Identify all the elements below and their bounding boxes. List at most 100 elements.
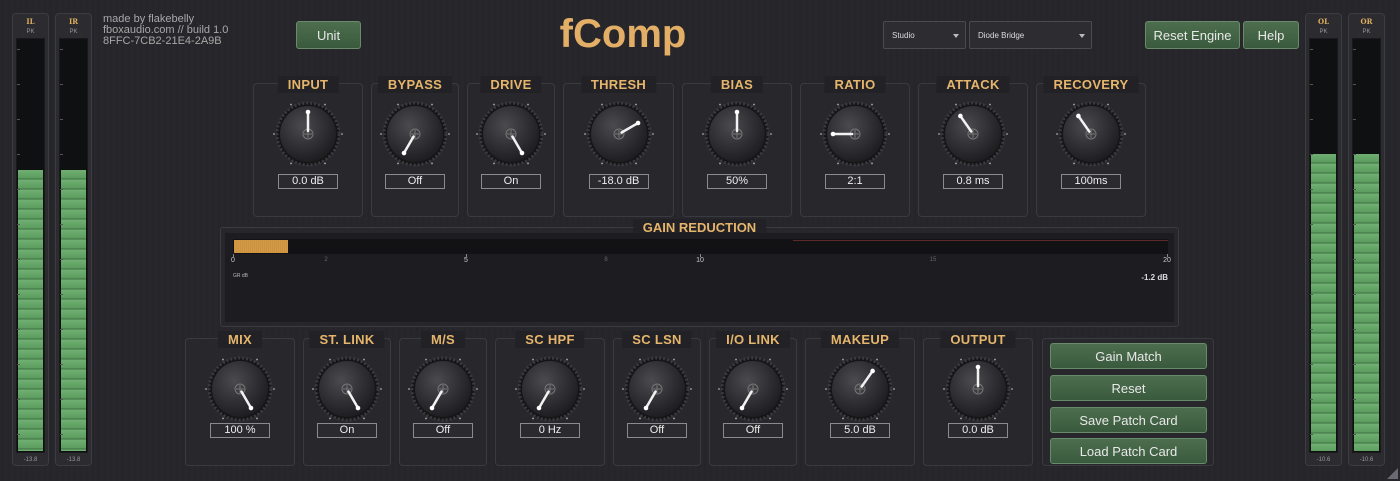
model-select[interactable]: Diode Bridge	[969, 21, 1092, 49]
knob-value[interactable]: On	[481, 174, 541, 189]
chevron-down-icon	[953, 34, 959, 38]
knob-value[interactable]: 50%	[707, 174, 767, 189]
input-knob[interactable]	[271, 97, 345, 171]
knob-scale-dot	[544, 133, 546, 135]
knob-label: MAKEUP	[820, 331, 900, 348]
recovery-knob[interactable]	[1054, 97, 1128, 171]
ratio-knob[interactable]	[818, 97, 892, 171]
knob-pointer-tip	[536, 405, 542, 411]
thresh-knob[interactable]	[582, 97, 656, 171]
knob-scale-dot	[837, 103, 839, 106]
meter-tick	[17, 294, 20, 295]
makeup-knob[interactable]	[823, 352, 897, 426]
panel-input: INPUT 0.0 dB	[253, 76, 363, 217]
knob-value[interactable]: Off	[723, 423, 783, 438]
knob-scale-dot	[583, 133, 586, 135]
knob-scale-dot	[1073, 162, 1075, 165]
patch-button-group: Gain Match Reset Save Patch Card Load Pa…	[1042, 338, 1214, 466]
knob-value[interactable]: 0 Hz	[520, 423, 580, 438]
knob-value[interactable]: Off	[413, 423, 473, 438]
knob-scale-dot	[1073, 103, 1075, 106]
knob-pointer-tip	[305, 109, 311, 115]
knob-scale-dot	[476, 388, 478, 390]
meter-tick	[1353, 189, 1356, 190]
knob-scale-dot	[673, 417, 675, 420]
scale-label: 0	[231, 257, 235, 264]
meter-label: IL	[26, 17, 35, 26]
preset-select[interactable]: Studio	[883, 21, 966, 49]
save-patch-card-button[interactable]: Save Patch Card	[1050, 407, 1207, 433]
meter-value: -10.6	[1316, 457, 1331, 463]
knob-label: BIAS	[710, 76, 764, 93]
io-link-knob[interactable]	[716, 352, 790, 426]
knob-value[interactable]: Off	[385, 174, 445, 189]
meter-tick	[17, 364, 20, 365]
knob-scale-dot	[690, 388, 692, 390]
reset-button[interactable]: Reset	[1050, 375, 1207, 401]
knob-scale-dot	[871, 103, 873, 106]
knob-value[interactable]: On	[317, 423, 377, 438]
meter-well	[16, 38, 45, 453]
knob-scale-dot	[380, 388, 382, 390]
meter-tick	[60, 154, 63, 155]
knob-scale-dot	[1011, 388, 1013, 390]
knob-scale-dot	[566, 358, 568, 361]
knob-value[interactable]: -18.0 dB	[588, 174, 649, 189]
meter-tick	[1310, 84, 1313, 85]
bias-knob[interactable]	[700, 97, 774, 171]
panel-ratio: RATIO 2:1	[800, 76, 910, 217]
gain-match-button[interactable]: Gain Match	[1050, 343, 1207, 369]
knob-scale-dot	[363, 358, 365, 361]
load-patch-card-button[interactable]: Load Patch Card	[1050, 438, 1207, 464]
meter-tick	[60, 189, 63, 190]
knob-scale-dot	[324, 162, 326, 165]
meter-fill	[1311, 153, 1336, 451]
meter-tick	[60, 119, 63, 120]
meter-tick	[1353, 399, 1356, 400]
knob-scale-dot	[719, 103, 721, 106]
knob-scale-dot	[256, 358, 258, 361]
knob-value[interactable]: 2:1	[825, 174, 885, 189]
knob-value[interactable]: 100ms	[1061, 174, 1121, 189]
knob-scale-dot	[256, 417, 258, 420]
drive-knob[interactable]	[474, 97, 548, 171]
knob-pointer-tip	[734, 109, 740, 115]
knob-scale-dot	[960, 417, 962, 420]
knob-scale-dot	[622, 388, 624, 390]
reset-engine-button[interactable]: Reset Engine	[1145, 21, 1240, 49]
meter-label: OL	[1317, 17, 1330, 26]
ms-knob[interactable]	[406, 352, 480, 426]
meter-tick	[17, 189, 20, 190]
meter-tick	[17, 434, 20, 435]
knob-value[interactable]: 0.8 ms	[943, 174, 1003, 189]
knob-value[interactable]: 100 %	[210, 423, 270, 438]
knob-scale-dot	[527, 103, 529, 106]
knob-scale-dot	[532, 358, 534, 361]
knob-value[interactable]: 0.0 dB	[278, 174, 338, 189]
attack-knob[interactable]	[936, 97, 1010, 171]
help-button[interactable]: Help	[1243, 21, 1299, 49]
knob-value[interactable]: 5.0 dB	[830, 423, 890, 438]
mix-knob[interactable]	[203, 352, 277, 426]
bypass-knob[interactable]	[378, 97, 452, 171]
knob-scale-dot	[719, 162, 721, 165]
scale-label: 2	[324, 257, 328, 263]
unit-button[interactable]: Unit	[296, 21, 361, 49]
knob-scale-dot	[770, 133, 772, 135]
stereo-link-knob[interactable]	[310, 352, 384, 426]
panel-bypass: BYPASS Off	[371, 76, 459, 217]
knob-scale-dot	[820, 133, 822, 135]
panel-attack: ATTACK 0.8 ms	[918, 76, 1028, 217]
knob-value[interactable]: 0.0 dB	[948, 423, 1008, 438]
knob-scale-dot	[566, 417, 568, 420]
gr-unit-label: GR dB	[233, 273, 249, 279]
sc-listen-knob[interactable]	[620, 352, 694, 426]
knob-scale-dot	[837, 162, 839, 165]
meter-fill	[1354, 153, 1379, 451]
knob-scale-dot	[893, 388, 895, 390]
output-knob[interactable]	[941, 352, 1015, 426]
knob-scale-dot	[871, 162, 873, 165]
resize-handle-icon[interactable]	[1387, 468, 1398, 479]
knob-value[interactable]: Off	[627, 423, 687, 438]
sc-hpf-knob[interactable]	[513, 352, 587, 426]
